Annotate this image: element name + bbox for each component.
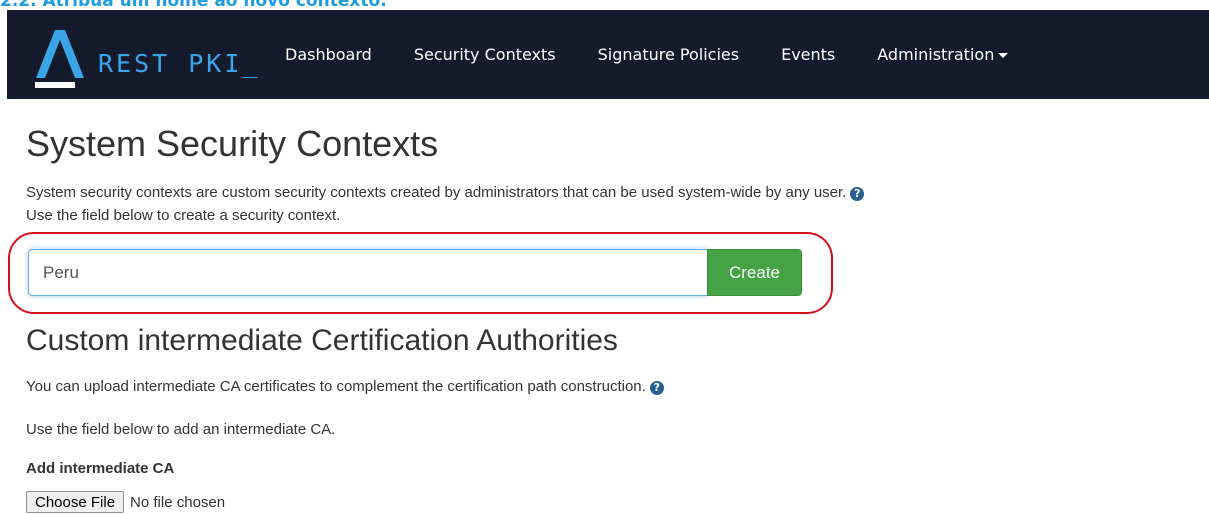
file-status-text: No file chosen [130,493,226,511]
intermediate-ca-description-text: You can upload intermediate CA certifica… [26,378,646,395]
question-circle-icon[interactable]: ? [649,381,664,395]
add-intermediate-ca-label: Add intermediate CA [26,460,175,477]
choose-file-button[interactable]: Choose File [26,491,125,513]
system-contexts-description-text: System security contexts are custom secu… [26,184,847,201]
system-contexts-description: System security contexts are custom secu… [26,183,865,203]
page-title: System Security Contexts [26,123,439,164]
nav-item-dashboard[interactable]: Dashboard [285,45,372,64]
file-upload-control: Choose File No file chosen [26,490,225,514]
top-navbar: REST PKI_ Dashboard Security Contexts Si… [7,10,1209,99]
question-circle-icon[interactable]: ? [850,187,865,201]
intermediate-ca-title: Custom intermediate Certification Author… [26,324,618,357]
nav-item-events[interactable]: Events [781,45,835,64]
logo-mark-icon [35,30,84,88]
nav-item-signature-policies[interactable]: Signature Policies [598,45,739,64]
nav-item-administration[interactable]: Administration [877,45,1009,64]
intermediate-ca-instruction: Use the field below to add an intermedia… [26,421,336,438]
intermediate-ca-description: You can upload intermediate CA certifica… [26,377,664,397]
nav-item-security-contexts[interactable]: Security Contexts [414,45,556,64]
rest-pki-logo[interactable]: REST PKI_ [34,28,274,90]
create-button[interactable]: Create [707,249,802,296]
context-name-input[interactable] [28,249,708,296]
logo-text: REST PKI_ [98,49,261,78]
nav-item-administration-label: Administration [877,45,995,64]
create-context-instruction: Use the field below to create a security… [26,207,341,224]
caret-down-icon [998,53,1009,58]
nav-menu: Dashboard Security Contexts Signature Po… [285,10,1050,99]
